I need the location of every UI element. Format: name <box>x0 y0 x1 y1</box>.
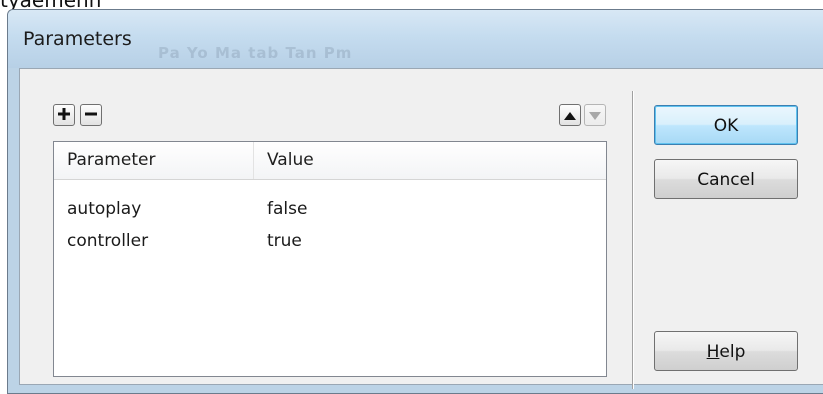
triangle-up-icon <box>563 106 577 125</box>
parameter-value: false <box>267 199 308 219</box>
add-parameter-button[interactable] <box>53 104 75 126</box>
parameter-name: autoplay <box>67 199 142 219</box>
column-header-value[interactable]: Value <box>254 142 594 179</box>
dialog-title: Parameters <box>23 28 132 50</box>
ok-button[interactable]: OK <box>654 105 798 145</box>
background-ghost-text: Pa Yo Ma tab Tan Pm <box>158 44 353 62</box>
move-up-button[interactable] <box>559 104 581 126</box>
move-down-button[interactable] <box>584 104 606 126</box>
parameters-dialog: Pa Yo Ma tab Tan Pm Parameters Parameter… <box>7 9 823 394</box>
list-header: Parameter Value <box>54 142 606 180</box>
dialog-client-area: Parameter Value autoplay false controlle… <box>19 68 823 389</box>
triangle-down-icon <box>588 106 602 125</box>
parameter-name: controller <box>67 231 149 251</box>
table-row[interactable]: autoplay false <box>54 193 606 225</box>
help-label-rest: elp <box>719 342 746 362</box>
remove-parameter-button[interactable] <box>80 104 102 126</box>
help-button[interactable]: Help <box>654 331 798 371</box>
vertical-separator <box>632 91 633 389</box>
column-header-parameter[interactable]: Parameter <box>54 142 254 179</box>
minus-icon <box>84 106 98 125</box>
table-row[interactable]: controller true <box>54 225 606 257</box>
cancel-button[interactable]: Cancel <box>654 159 798 199</box>
parameter-value: true <box>267 231 302 251</box>
title-bar[interactable]: Pa Yo Ma tab Tan Pm Parameters <box>8 10 823 68</box>
help-mnemonic: H <box>706 342 720 362</box>
parameters-list[interactable]: Parameter Value autoplay false controlle… <box>53 141 607 377</box>
plus-icon <box>57 106 71 125</box>
